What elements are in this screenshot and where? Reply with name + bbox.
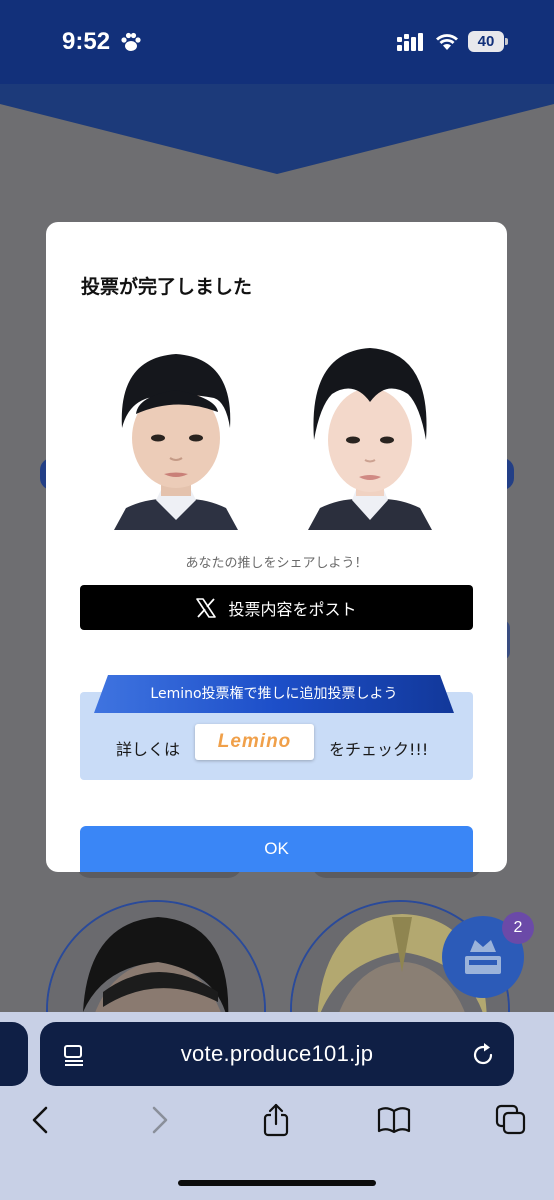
lemino-post-text: をチェック!!!: [329, 740, 429, 759]
status-time: 9:52: [62, 28, 111, 55]
cellular-signal-icon: [397, 33, 423, 51]
post-vote-x-button[interactable]: 投票内容をポスト: [80, 585, 473, 630]
lemino-ribbon-text: Lemino投票権で推しに追加投票しよう: [150, 686, 398, 702]
header-chevron-banner: [0, 84, 554, 174]
share-icon[interactable]: [259, 1103, 293, 1137]
battery-indicator: 40: [468, 31, 508, 52]
lemino-pre-text: 詳しくは: [116, 740, 181, 759]
lemino-logo-button[interactable]: Lemino: [195, 724, 314, 760]
tabs-icon[interactable]: [494, 1103, 528, 1137]
trainee-photo-2: [300, 340, 440, 530]
bookmarks-icon[interactable]: [377, 1103, 411, 1137]
forward-icon[interactable]: [142, 1103, 176, 1137]
battery-tip: [505, 38, 508, 45]
back-icon[interactable]: [24, 1103, 58, 1137]
status-bar: 9:52 40: [0, 0, 554, 84]
trainee-photo-1: [106, 340, 246, 530]
modal-title: 投票が完了しました: [81, 276, 253, 298]
wifi-icon: [436, 34, 458, 50]
battery-level: 40: [468, 31, 504, 52]
reload-icon[interactable]: [470, 1042, 496, 1068]
notification-badge: 2: [502, 912, 534, 944]
post-button-label: 投票内容をポスト: [228, 599, 357, 619]
paw-icon: [121, 32, 141, 51]
previous-tab-preview[interactable]: [0, 1022, 28, 1086]
share-caption: あなたの推しをシェアしよう！: [185, 556, 368, 571]
home-indicator: [178, 1180, 376, 1186]
url-text: vote.produce101.jp: [180, 1041, 374, 1066]
vote-complete-modal: 投票が完了しました あなたの推しをシェアしよう！ 投票内容をポスト Lemino…: [46, 222, 507, 872]
ok-button[interactable]: OK: [80, 826, 473, 872]
address-bar[interactable]: vote.produce101.jp: [40, 1022, 514, 1086]
x-logo-icon: [196, 597, 217, 618]
